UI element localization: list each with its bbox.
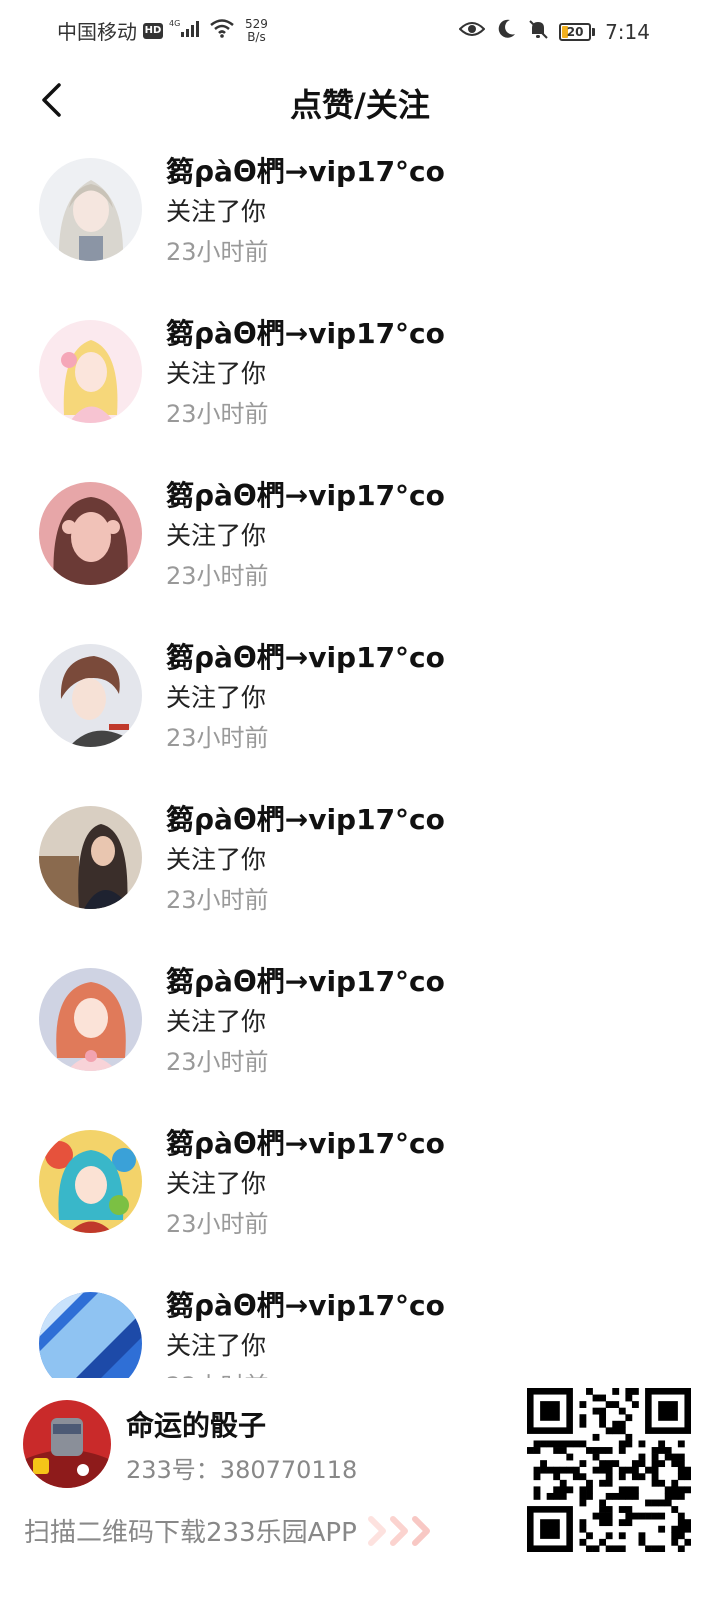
- item-text: 篘ρàΘ椚→vip17°co 关注了你 23小时前: [166, 800, 445, 920]
- network-type-label: 4G: [169, 19, 180, 28]
- net-speed: 529 B/s: [245, 16, 268, 44]
- status-left: 中国移动 HD 4G 529 B/s: [57, 16, 268, 45]
- timestamp: 23小时前: [166, 562, 269, 590]
- item-text: 篘ρàΘ椚→vip17°co 关注了你 23小时前: [166, 1286, 445, 1378]
- action-text: 关注了你: [166, 521, 267, 550]
- user-name[interactable]: 篘ρàΘ椚→vip17°co: [166, 1286, 445, 1326]
- avatar[interactable]: [39, 320, 142, 423]
- avatar[interactable]: [39, 1292, 142, 1378]
- cta-text: 扫描二维码下载233乐园APP: [24, 1518, 357, 1548]
- signal-icon: 4G: [169, 18, 203, 43]
- avatar[interactable]: [39, 968, 142, 1071]
- promo-avatar: [23, 1400, 111, 1488]
- list-item[interactable]: 篘ρàΘ椚→vip17°co 关注了你 23小时前: [0, 950, 720, 1112]
- hd-badge: HD: [143, 22, 163, 39]
- user-name[interactable]: 篘ρàΘ椚→vip17°co: [166, 638, 445, 678]
- item-text: 篘ρàΘ椚→vip17°co 关注了你 23小时前: [166, 152, 445, 272]
- user-name[interactable]: 篘ρàΘ椚→vip17°co: [166, 152, 445, 192]
- timestamp: 23小时前: [166, 400, 269, 428]
- moon-icon: [495, 18, 517, 45]
- item-text: 篘ρàΘ椚→vip17°co 关注了你 23小时前: [166, 638, 445, 758]
- chevron-right-icon: [367, 1515, 433, 1546]
- action-text: 关注了你: [166, 683, 267, 712]
- battery-icon: 20: [559, 22, 596, 41]
- promo-name: 命运的骰子: [126, 1409, 267, 1442]
- list-item[interactable]: 篘ρàΘ椚→vip17°co 关注了你 23小时前: [0, 140, 720, 302]
- battery-level: 20: [566, 24, 584, 39]
- clock: 7:14: [605, 19, 650, 44]
- carrier-label: 中国移动: [57, 20, 137, 44]
- timestamp: 23小时前: [166, 1048, 269, 1076]
- status-bar: 中国移动 HD 4G 529 B/s 20 7:14: [0, 0, 720, 62]
- item-text: 篘ρàΘ椚→vip17°co 关注了你 23小时前: [166, 962, 445, 1082]
- timestamp: 23小时前: [166, 238, 269, 266]
- user-name[interactable]: 篘ρàΘ椚→vip17°co: [166, 1124, 445, 1164]
- header: 点赞/关注: [0, 70, 720, 132]
- action-text: 关注了你: [166, 845, 267, 874]
- list-item[interactable]: 篘ρàΘ椚→vip17°co 关注了你 23小时前: [0, 302, 720, 464]
- timestamp: 23小时前: [166, 1210, 269, 1238]
- list-item[interactable]: 篘ρàΘ椚→vip17°co 关注了你 23小时前: [0, 464, 720, 626]
- qr-code-icon: [527, 1388, 692, 1553]
- avatar[interactable]: [39, 806, 142, 909]
- timestamp: 23小时前: [166, 724, 269, 752]
- avatar[interactable]: [39, 1130, 142, 1233]
- item-text: 篘ρàΘ椚→vip17°co 关注了你 23小时前: [166, 476, 445, 596]
- avatar[interactable]: [39, 158, 142, 261]
- action-text: 关注了你: [166, 197, 267, 226]
- eye-icon: [458, 19, 486, 44]
- page-title: 点赞/关注: [290, 86, 430, 124]
- item-text: 篘ρàΘ椚→vip17°co 关注了你 23小时前: [166, 314, 445, 434]
- bell-muted-icon: [527, 18, 549, 45]
- list-item[interactable]: 篘ρàΘ椚→vip17°co 关注了你 23小时前: [0, 788, 720, 950]
- avatar[interactable]: [39, 482, 142, 585]
- item-text: 篘ρàΘ椚→vip17°co 关注了你 23小时前: [166, 1124, 445, 1244]
- timestamp: 23小时前: [166, 1366, 445, 1378]
- user-name[interactable]: 篘ρàΘ椚→vip17°co: [166, 800, 445, 840]
- action-text: 关注了你: [166, 1169, 267, 1198]
- timestamp: 23小时前: [166, 886, 269, 914]
- user-name[interactable]: 篘ρàΘ椚→vip17°co: [166, 476, 445, 516]
- action-text: 关注了你: [166, 1007, 267, 1036]
- list-item[interactable]: 篘ρàΘ椚→vip17°co 关注了你 23小时前: [0, 626, 720, 788]
- promo-card: 命运的骰子 233号：380770118 扫描二维码下载233乐园APP: [0, 1378, 720, 1600]
- avatar[interactable]: [39, 644, 142, 747]
- net-speed-unit: B/s: [247, 29, 266, 44]
- net-speed-value: 529: [245, 16, 268, 31]
- status-right: 20 7:14: [458, 18, 650, 45]
- wifi-icon: [209, 18, 235, 43]
- list-item[interactable]: 篘ρàΘ椚→vip17°co 关注了你 23小时前: [0, 1112, 720, 1274]
- action-text: 关注了你: [166, 1331, 267, 1360]
- notification-list[interactable]: 篘ρàΘ椚→vip17°co 关注了你 23小时前 篘ρàΘ椚→vip17°co…: [0, 140, 720, 1378]
- list-item[interactable]: 篘ρàΘ椚→vip17°co 关注了你 23小时前: [0, 1274, 720, 1378]
- action-text: 关注了你: [166, 359, 267, 388]
- download-cta: 扫描二维码下载233乐园APP: [24, 1512, 433, 1549]
- user-name[interactable]: 篘ρàΘ椚→vip17°co: [166, 314, 445, 354]
- user-name[interactable]: 篘ρàΘ椚→vip17°co: [166, 962, 445, 1002]
- promo-id: 233号：380770118: [126, 1456, 358, 1484]
